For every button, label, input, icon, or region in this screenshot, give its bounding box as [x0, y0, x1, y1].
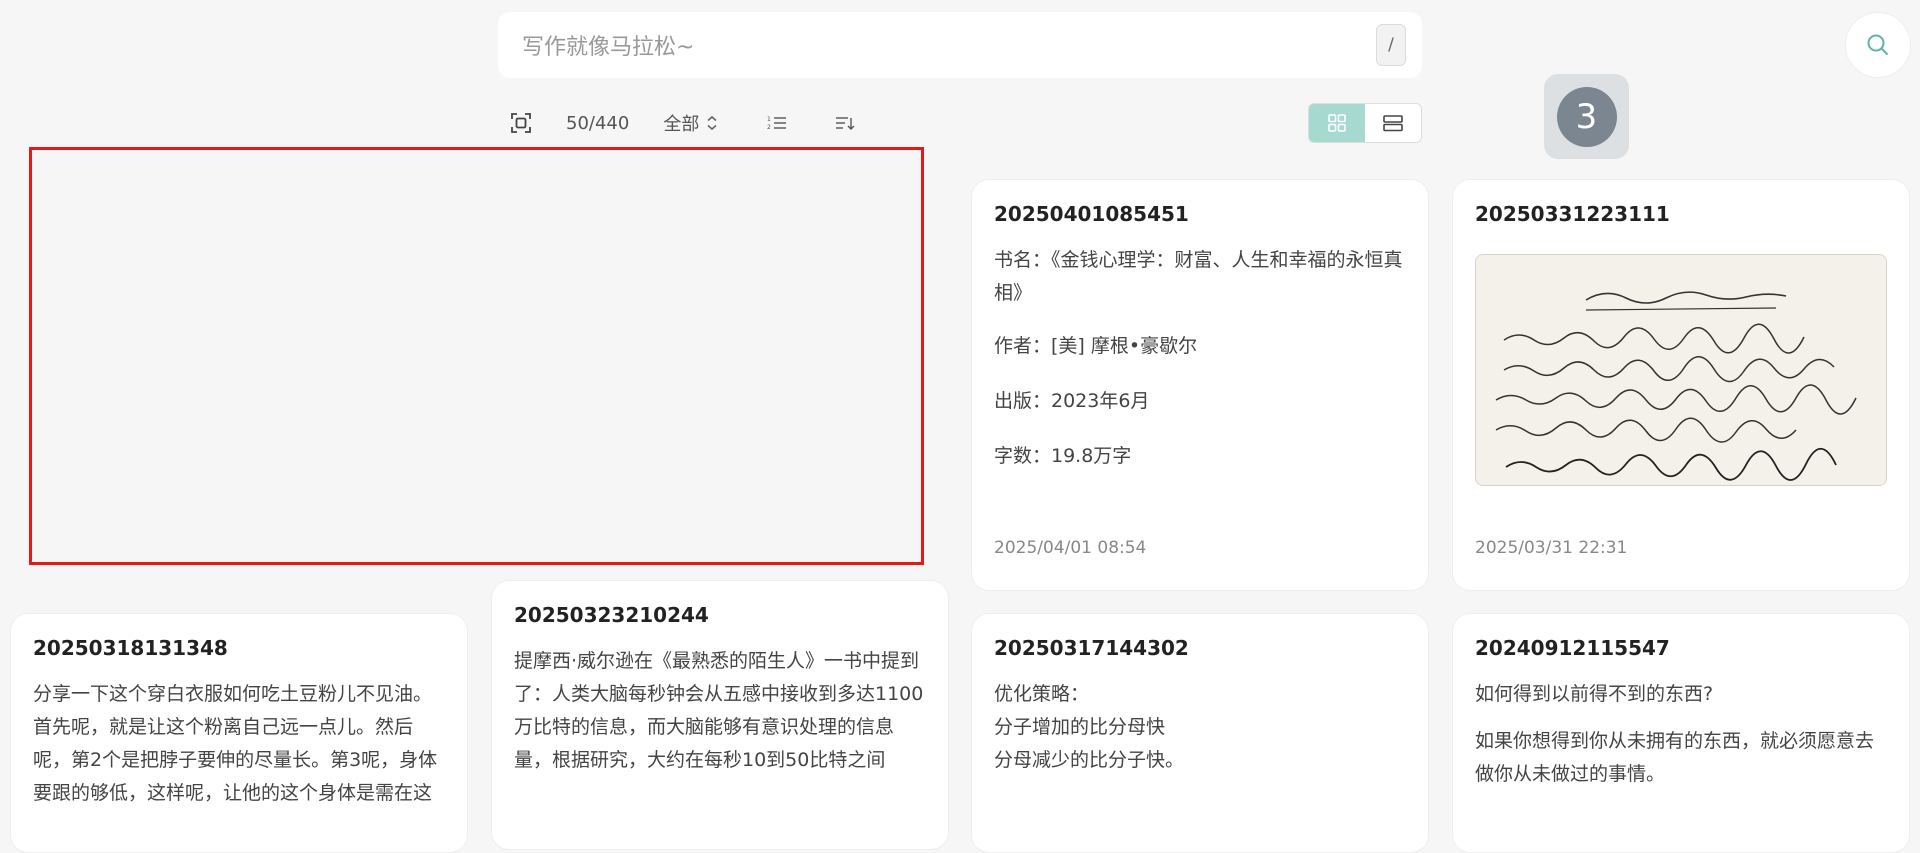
card-date: 2025/03/31 22:31 — [1475, 538, 1628, 558]
handwritten-note-drawing — [1476, 255, 1886, 485]
step-badge: 3 — [1544, 74, 1629, 159]
shortcut-key-hint: / — [1376, 24, 1406, 66]
select-mode-button[interactable] — [510, 112, 532, 134]
filter-label: 全部 — [663, 114, 700, 135]
card-line: 分母减少的比分子快。 — [994, 749, 1185, 771]
ordered-list-icon: 1 2 — [767, 116, 787, 131]
card-text: 提摩西·威尔逊在《最熟悉的陌生人》一书中提到了：人类大脑每秒钟会从五感中接收到多… — [514, 650, 924, 771]
select-frame-icon — [511, 113, 531, 133]
note-card[interactable]: 20250401085451 书名：《金钱心理学：财富、人生和幸福的永恒真相》 … — [971, 179, 1429, 591]
card-date: 2025/04/01 08:54 — [994, 538, 1147, 558]
chevron-updown-icon — [707, 115, 717, 131]
note-card[interactable]: 20240912115547 如何得到以前得不到的东西? 如果你想得到你从未拥有… — [1452, 613, 1910, 853]
toolbar: 50/440 全部 1 2 — [510, 106, 855, 140]
card-line: 分子增加的比分母快 — [994, 716, 1166, 738]
grid-icon — [1328, 114, 1346, 132]
search-button[interactable] — [1845, 12, 1911, 78]
card-line: 出版：2023年6月 — [994, 390, 1150, 412]
card-line: 优化策略： — [994, 683, 1090, 705]
card-title: 20250317144302 — [994, 636, 1189, 660]
note-count: 50/440 — [566, 112, 630, 134]
card-title: 20240912115547 — [1475, 636, 1670, 660]
ordered-list-button[interactable]: 1 2 — [767, 114, 787, 132]
list-view-button[interactable] — [1365, 104, 1421, 142]
sort-button[interactable] — [835, 114, 855, 132]
card-title: 20250401085451 — [994, 202, 1189, 226]
search-input[interactable]: 写作就像马拉松~ — [522, 29, 1376, 61]
card-line: 书名：《金钱心理学：财富、人生和幸福的永恒真相》 — [994, 249, 1403, 304]
filter-select[interactable]: 全部 — [663, 110, 719, 136]
list-view-icon — [1383, 115, 1403, 132]
note-card[interactable]: 20250323210244 提摩西·威尔逊在《最熟悉的陌生人》一书中提到了：人… — [491, 580, 949, 850]
card-title: 20250323210244 — [514, 603, 709, 627]
sort-icon — [836, 117, 855, 130]
card-text: 分享一下这个穿白衣服如何吃土豆粉儿不见油。首先呢，就是让这个粉离自己远一点儿。然… — [33, 683, 438, 804]
note-card[interactable]: 20250318131348 分享一下这个穿白衣服如何吃土豆粉儿不见油。首先呢，… — [10, 613, 468, 853]
card-line: 如果你想得到你从未拥有的东西，就必须愿意去做你从未做过的事情。 — [1475, 730, 1875, 785]
grid-view-button[interactable] — [1309, 104, 1365, 142]
note-card[interactable]: 20250331223111 2025/03/31 22:31 — [1452, 179, 1910, 591]
handwritten-note-image — [1475, 254, 1887, 486]
card-line: 作者：[美] 摩根•豪歇尔 — [994, 335, 1198, 357]
note-card[interactable]: 20250317144302 优化策略： 分子增加的比分母快 分母减少的比分子快… — [971, 613, 1429, 853]
highlight-frame — [29, 147, 924, 565]
step-number: 3 — [1556, 86, 1617, 147]
search-icon — [1867, 34, 1888, 55]
svg-text:1: 1 — [767, 116, 771, 123]
card-line: 如何得到以前得不到的东西? — [1475, 683, 1714, 705]
card-line: 字数：19.8万字 — [994, 445, 1132, 467]
search-box[interactable]: 写作就像马拉松~ / — [498, 12, 1422, 78]
card-title: 20250331223111 — [1475, 202, 1670, 226]
card-title: 20250318131348 — [33, 636, 228, 660]
view-toggle — [1308, 103, 1422, 143]
svg-text:2: 2 — [767, 124, 771, 131]
